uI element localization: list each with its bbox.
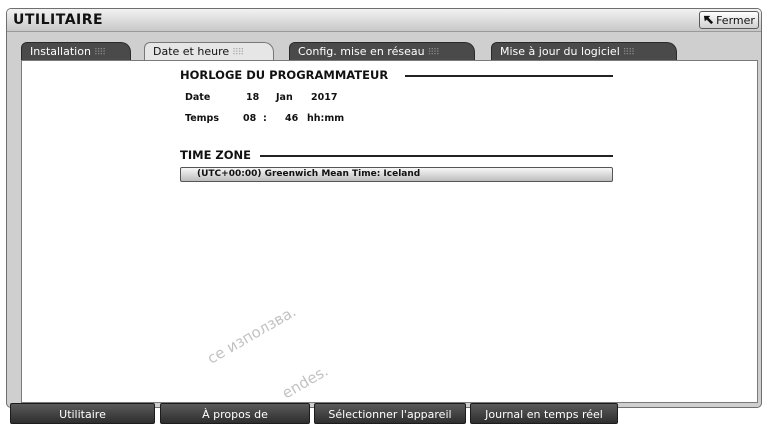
grip-icon: ⠿⠿ bbox=[427, 48, 440, 58]
grip-icon: ⠿⠿ bbox=[93, 48, 106, 58]
time-format-label: hh:mm bbox=[307, 113, 345, 124]
grip-icon: ⠿⠿ bbox=[232, 48, 244, 58]
tab-network-config[interactable]: Config. mise en réseau ⠿⠿ bbox=[289, 42, 475, 60]
time-label: Temps bbox=[185, 113, 220, 124]
date-year-field[interactable]: 2017 bbox=[311, 92, 337, 103]
tab-software-update[interactable]: Mise à jour du logiciel ⠿⠿ bbox=[491, 42, 677, 60]
tab-label: Installation bbox=[30, 45, 91, 58]
date-time-panel: HORLOGE DU PROGRAMMATEUR Date 18 Jan 201… bbox=[21, 60, 758, 403]
tab-label: Date et heure bbox=[153, 45, 230, 58]
utility-window: UTILITAIRE Fermer Installation ⠿⠿ Date et… bbox=[6, 8, 762, 408]
nav-utility-button[interactable]: Utilitaire bbox=[10, 403, 155, 424]
nav-about-button[interactable]: À propos de bbox=[160, 403, 310, 424]
section-divider bbox=[260, 155, 613, 157]
nav-select-device-button[interactable]: Sélectionner l'appareil bbox=[314, 403, 466, 424]
timezone-select[interactable]: (UTC+00:00) Greenwich Mean Time: Iceland bbox=[180, 167, 613, 182]
title-bar: UTILITAIRE Fermer bbox=[7, 9, 761, 32]
nav-realtime-log-button[interactable]: Journal en temps réel bbox=[470, 403, 618, 424]
section-divider bbox=[405, 75, 613, 77]
close-button-label: Fermer bbox=[716, 13, 755, 27]
window-title: UTILITAIRE bbox=[13, 12, 104, 28]
date-month-field[interactable]: Jan bbox=[276, 92, 293, 103]
date-label: Date bbox=[185, 92, 211, 103]
tab-installation[interactable]: Installation ⠿⠿ bbox=[21, 42, 131, 60]
timezone-section-title: TIME ZONE bbox=[180, 148, 252, 162]
tab-date-time[interactable]: Date et heure ⠿⠿ bbox=[144, 42, 274, 60]
time-separator: : bbox=[263, 113, 267, 124]
clock-section-title: HORLOGE DU PROGRAMMATEUR bbox=[180, 68, 389, 82]
grip-icon: ⠿⠿ bbox=[622, 48, 635, 58]
arrow-pointer-icon bbox=[703, 15, 714, 24]
time-minutes-field[interactable]: 46 bbox=[285, 113, 298, 124]
close-button[interactable]: Fermer bbox=[699, 11, 759, 29]
tab-label: Config. mise en réseau bbox=[298, 45, 425, 58]
date-day-field[interactable]: 18 bbox=[246, 92, 259, 103]
watermark-text: ce използва. bbox=[204, 302, 300, 368]
watermark-text: endes. bbox=[278, 361, 332, 403]
time-hours-field[interactable]: 08 bbox=[243, 113, 256, 124]
tab-bar: Installation ⠿⠿ Date et heure ⠿⠿ Config. m… bbox=[21, 42, 761, 60]
tab-label: Mise à jour du logiciel bbox=[500, 45, 620, 58]
